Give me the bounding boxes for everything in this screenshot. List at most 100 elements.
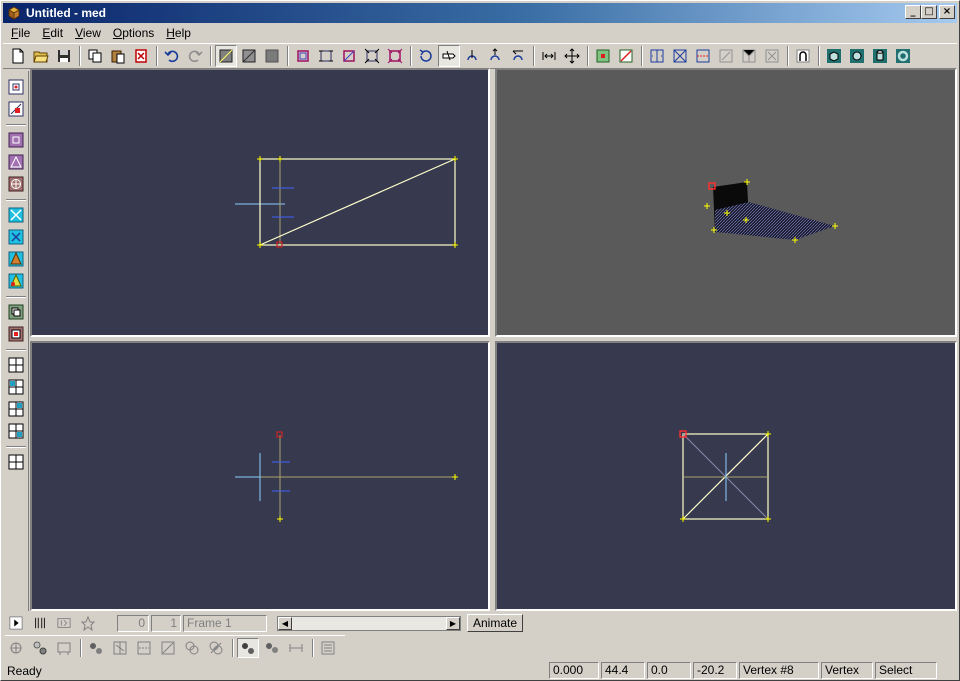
redo-button[interactable] (184, 45, 206, 67)
smooth-shade-icon (265, 49, 279, 63)
new-file-button[interactable] (7, 45, 29, 67)
menu-file[interactable]: File (3, 26, 34, 40)
create-box-button[interactable] (6, 130, 26, 150)
paste-button[interactable] (107, 45, 129, 67)
layout-three-button[interactable] (6, 399, 26, 419)
pan-arrows-icon (564, 48, 580, 64)
menu-options[interactable]: Options (105, 26, 158, 40)
select-vertices-button[interactable] (6, 77, 26, 97)
collapse-button[interactable] (761, 45, 783, 67)
scale-tool-button[interactable] (461, 45, 483, 67)
move-x-icon (8, 207, 23, 223)
select-tool-button[interactable] (438, 45, 460, 67)
color-vertex-button[interactable] (6, 271, 26, 291)
primitive-sphere-button[interactable] (846, 45, 868, 67)
flat-shade-button[interactable] (238, 45, 260, 67)
mirror-bone-icon (113, 641, 127, 654)
fit-view-button[interactable] (538, 45, 560, 67)
detach-button[interactable] (205, 638, 227, 658)
wireframe-mode-button[interactable] (215, 45, 237, 67)
bone-length-button[interactable] (285, 638, 307, 658)
group-button[interactable] (6, 302, 26, 322)
play-button[interactable] (5, 613, 27, 633)
cube-icon (827, 49, 841, 63)
minimize-button[interactable]: _ (905, 5, 921, 19)
layout-two-button[interactable] (6, 377, 26, 397)
close-button[interactable]: × (939, 5, 955, 19)
skeleton-button[interactable] (53, 638, 75, 658)
select-box-button[interactable] (292, 45, 314, 67)
layout-quad-button[interactable] (6, 452, 26, 472)
toolbar-separator (5, 199, 26, 201)
bone-select-button[interactable] (237, 637, 259, 658)
next-frame-button[interactable] (53, 613, 75, 633)
top-viewport[interactable] (30, 341, 490, 611)
select-mesh-button[interactable] (384, 45, 406, 67)
animate-button[interactable]: Animate (467, 614, 523, 632)
ungroup-button[interactable] (6, 324, 26, 344)
delete-button[interactable] (130, 45, 152, 67)
maximize-button[interactable]: □ (921, 5, 937, 19)
redo-icon (188, 50, 203, 63)
slider-right-arrow[interactable]: ▶ (446, 616, 460, 630)
bevel-button[interactable] (738, 45, 760, 67)
select-group-button[interactable] (361, 45, 383, 67)
end-frame-field[interactable]: 1 (151, 614, 181, 632)
layout-single-button[interactable] (6, 355, 26, 375)
add-face-icon (619, 49, 633, 63)
select-vertex-button[interactable] (315, 45, 337, 67)
move-z-button[interactable] (6, 249, 26, 269)
open-file-button[interactable] (30, 45, 52, 67)
joint-add-button[interactable] (5, 638, 27, 658)
prev-frame-button[interactable] (29, 613, 51, 633)
create-triangle-button[interactable] (6, 152, 26, 172)
mirror-xy-button[interactable] (669, 45, 691, 67)
primitive-torus-button[interactable] (892, 45, 914, 67)
keyframe-button[interactable] (77, 613, 99, 633)
title-bar[interactable]: Untitled - med _ □ × (3, 3, 957, 23)
menu-help[interactable]: Help (158, 26, 195, 40)
move-x-button[interactable] (6, 205, 26, 225)
front-viewport[interactable] (30, 68, 490, 337)
add-face-button[interactable] (615, 45, 637, 67)
start-frame-field[interactable]: 0 (117, 614, 149, 632)
attach-button[interactable] (181, 638, 203, 658)
diagonal-button[interactable] (157, 638, 179, 658)
smooth-shade-button[interactable] (261, 45, 283, 67)
menu-view[interactable]: View (67, 26, 105, 40)
bone-properties-button[interactable] (317, 638, 339, 658)
move-z-tool-button[interactable] (484, 45, 506, 67)
select-faces-button[interactable] (6, 99, 26, 119)
bone-button[interactable] (29, 638, 51, 658)
dash-line-button[interactable] (133, 638, 155, 658)
slider-left-arrow[interactable]: ◀ (278, 616, 292, 630)
box-icon (8, 132, 23, 148)
properties-icon (321, 641, 335, 654)
mirror-y-button[interactable] (692, 45, 714, 67)
save-button[interactable] (53, 45, 75, 67)
select-face-button[interactable] (338, 45, 360, 67)
bone-move-button[interactable] (261, 638, 283, 658)
move-y-button[interactable] (6, 227, 26, 247)
mirror-x-button[interactable] (646, 45, 668, 67)
side-viewport[interactable] (495, 341, 957, 611)
mirror-bone-button[interactable] (109, 638, 131, 658)
magnet-button[interactable] (792, 45, 814, 67)
extrude-button[interactable] (715, 45, 737, 67)
delete-icon (135, 49, 147, 63)
undo-button[interactable] (161, 45, 183, 67)
primitive-cylinder-button[interactable] (869, 45, 891, 67)
copy-button[interactable] (84, 45, 106, 67)
perspective-viewport[interactable] (495, 68, 957, 337)
primitive-cube-button[interactable] (823, 45, 845, 67)
menu-edit[interactable]: Edit (34, 26, 67, 40)
transform-tool-button[interactable] (507, 45, 529, 67)
weight-button[interactable] (85, 638, 107, 658)
layout-four-button[interactable] (6, 421, 26, 441)
rotate-tool-button[interactable] (415, 45, 437, 67)
undo-icon (164, 50, 179, 63)
pan-view-button[interactable] (561, 45, 583, 67)
create-circle-button[interactable] (6, 174, 26, 194)
add-vertex-button[interactable] (592, 45, 614, 67)
frame-slider[interactable]: ◀ ▶ (277, 615, 461, 631)
